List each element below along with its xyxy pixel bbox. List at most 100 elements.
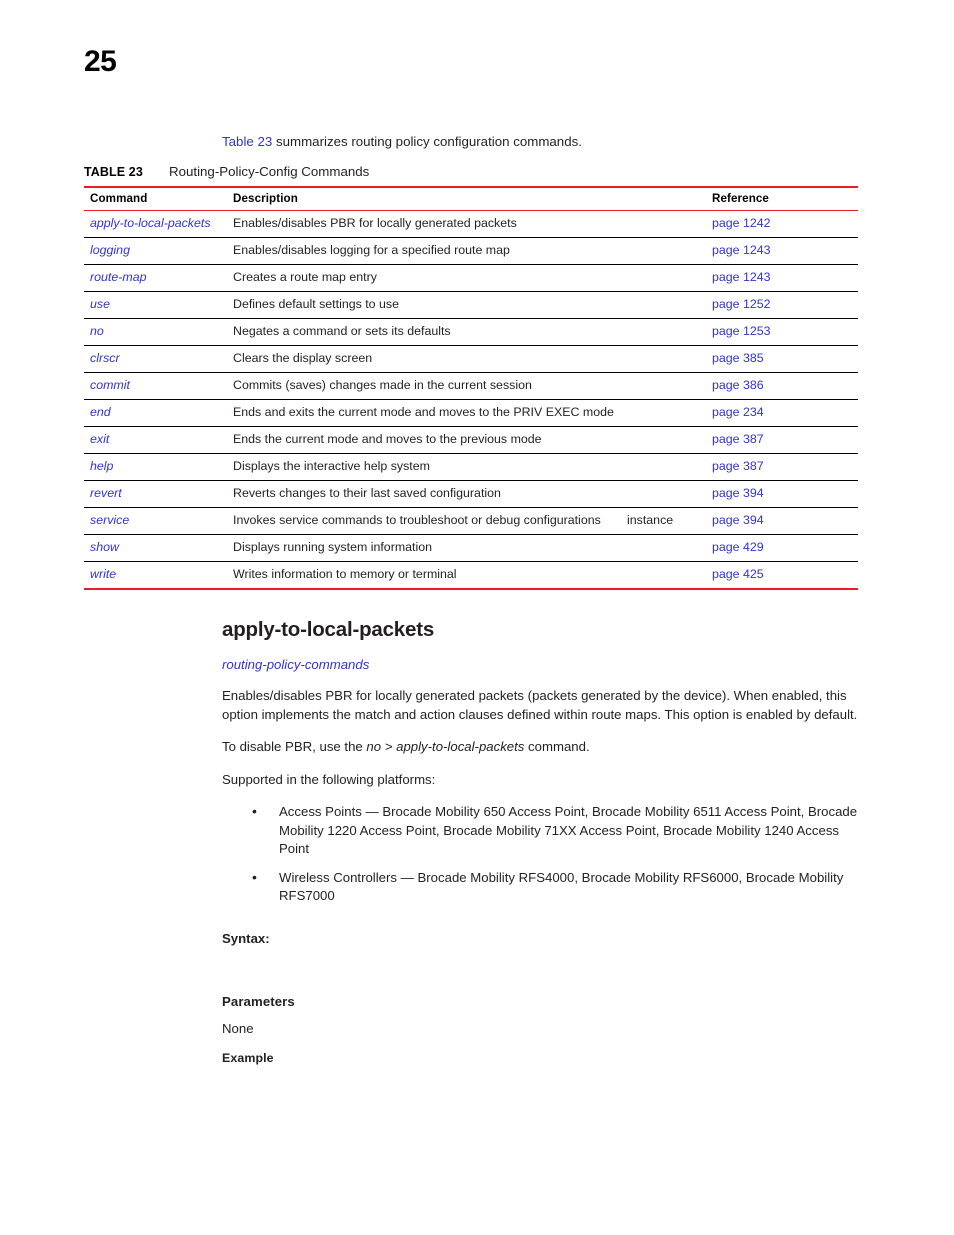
table-cell-reference[interactable]: page 425 (706, 561, 858, 590)
table-cell-extra (621, 318, 706, 346)
table-cell-reference[interactable]: page 394 (706, 480, 858, 508)
section-description: Enables/disables PBR for locally generat… (222, 688, 858, 722)
table-row: revert Reverts changes to their last save… (84, 480, 858, 508)
table-cell-extra (621, 264, 706, 292)
table-row: apply-to-local-packets Enables/disables P… (84, 210, 858, 238)
table-cell-description: Writes information to memory or terminal (227, 561, 621, 590)
table-cell-reference[interactable]: page 1243 (706, 264, 858, 292)
table-row: no Negates a command or sets its defaults… (84, 318, 858, 346)
table-cell-description: Creates a route map entry (227, 264, 621, 292)
table-23-link[interactable]: Table 23 (222, 134, 272, 149)
table-cell-extra (621, 453, 706, 481)
table-row: route-map Creates a route map entry page 1… (84, 264, 858, 292)
table-row: write Writes information to memory or ter… (84, 561, 858, 590)
column-header-command: Command (84, 186, 227, 211)
table-cell-extra (621, 561, 706, 590)
syntax-label: Syntax: (222, 931, 270, 946)
table-cell-command[interactable]: apply-to-local-packets (84, 210, 227, 238)
table-cell-command[interactable]: commit (84, 372, 227, 400)
table-cell-extra: instance (621, 507, 706, 535)
table-cell-extra (621, 345, 706, 373)
routing-policy-config-commands-table: Command Description Reference apply-to-l… (84, 186, 858, 590)
table-cell-description: Ends and exits the current mode and move… (227, 399, 621, 427)
table-cell-command[interactable]: clrscr (84, 345, 227, 373)
table-cell-command[interactable]: no (84, 318, 227, 346)
table-cell-command[interactable]: show (84, 534, 227, 562)
table-cell-command[interactable]: logging (84, 237, 227, 265)
table-cell-command[interactable]: help (84, 453, 227, 481)
platforms-intro: Supported in the following platforms: (222, 771, 436, 787)
parameters-label: Parameters (222, 994, 295, 1009)
table-row: clrscr Clears the display screen page 385 (84, 345, 858, 373)
table-cell-reference[interactable]: page 387 (706, 453, 858, 481)
table-cell-extra (621, 210, 706, 238)
table-cell-extra (621, 399, 706, 427)
table-cell-description: Negates a command or sets its defaults (227, 318, 621, 346)
table-cell-reference[interactable]: page 387 (706, 426, 858, 454)
page-number: 25 (84, 45, 117, 78)
supported-platforms-list: Access Points — Brocade Mobility 650 Acc… (222, 802, 870, 906)
table-cell-reference[interactable]: page 1242 (706, 210, 858, 238)
table-cell-extra (621, 372, 706, 400)
table-cell-description: Defines default settings to use (227, 291, 621, 319)
table-cell-reference[interactable]: page 234 (706, 399, 858, 427)
table-cell-command[interactable]: route-map (84, 264, 227, 292)
table-cell-reference[interactable]: page 1252 (706, 291, 858, 319)
table-row: help Displays the interactive help system… (84, 453, 858, 481)
table-cell-description: Enables/disables logging for a specified… (227, 237, 621, 265)
table-cell-description: Enables/disables PBR for locally generat… (227, 210, 621, 238)
disable-note-command: no > apply-to-local-packets (366, 739, 525, 754)
parameters-block: Parameters None (222, 993, 870, 1038)
column-header-description: Description (227, 186, 621, 211)
disable-note-prefix: To disable PBR, use the (222, 739, 367, 754)
example-label: Example (222, 1051, 274, 1065)
syntax-value (222, 948, 870, 966)
command-section: apply-to-local-packets routing-policy-co… (222, 618, 870, 916)
table-cell-description: Displays the interactive help system (227, 453, 621, 481)
table-cell-description: Invokes service commands to troubleshoot… (227, 507, 621, 535)
example-block: Example (222, 1049, 870, 1067)
table-row: commit Commits (saves) changes made in th… (84, 372, 858, 400)
table-cell-reference[interactable]: page 1253 (706, 318, 858, 346)
table-cell-reference[interactable]: page 386 (706, 372, 858, 400)
table-cell-reference[interactable]: page 429 (706, 534, 858, 562)
table-cell-reference[interactable]: page 1243 (706, 237, 858, 265)
table-cell-command[interactable]: use (84, 291, 227, 319)
intro-sentence: Table 23 summarizes routing policy confi… (222, 133, 582, 151)
table-cell-command[interactable]: revert (84, 480, 227, 508)
table-cell-command[interactable]: service (84, 507, 227, 535)
platform-list-item: Access Points — Brocade Mobility 650 Acc… (222, 802, 870, 859)
table-caption: TABLE 23 Routing-Policy-Config Commands (84, 163, 858, 181)
table-caption-title: Routing-Policy-Config Commands (169, 164, 370, 179)
table-row: logging Enables/disables logging for a sp… (84, 237, 858, 265)
column-header-spacer (621, 186, 706, 211)
table-cell-extra (621, 480, 706, 508)
table-row: end Ends and exits the current mode and m… (84, 399, 858, 427)
syntax-block: Syntax: (222, 930, 870, 966)
table-row: show Displays running system information p… (84, 534, 858, 562)
table-cell-extra (621, 534, 706, 562)
table-cell-description: Reverts changes to their last saved conf… (227, 480, 621, 508)
table-cell-reference[interactable]: page 394 (706, 507, 858, 535)
disable-note-suffix: command. (524, 739, 590, 754)
column-header-reference: Reference (706, 186, 858, 211)
table-cell-description: Commits (saves) changes made in the curr… (227, 372, 621, 400)
table-row: service Invokes service commands to troub… (84, 507, 858, 535)
table-cell-description: Clears the display screen (227, 345, 621, 373)
table-caption-label: TABLE 23 (84, 165, 143, 179)
table-cell-reference[interactable]: page 385 (706, 345, 858, 373)
parameters-value: None (222, 1021, 254, 1036)
table-row: exit Ends the current mode and moves to t… (84, 426, 858, 454)
disable-pbr-note: To disable PBR, use the no > apply-to-lo… (222, 738, 870, 757)
intro-sentence-rest: summarizes routing policy configuration … (272, 134, 582, 149)
section-subtitle-link[interactable]: routing-policy-commands (222, 656, 870, 673)
table-cell-extra (621, 291, 706, 319)
table-cell-description: Displays running system information (227, 534, 621, 562)
platform-list-item: Wireless Controllers — Brocade Mobility … (222, 868, 870, 906)
table-cell-command[interactable]: write (84, 561, 227, 590)
table-cell-extra (621, 426, 706, 454)
table-row: use Defines default settings to use page 1… (84, 291, 858, 319)
table-cell-command[interactable]: exit (84, 426, 227, 454)
section-heading: apply-to-local-packets (222, 618, 435, 641)
table-cell-command[interactable]: end (84, 399, 227, 427)
